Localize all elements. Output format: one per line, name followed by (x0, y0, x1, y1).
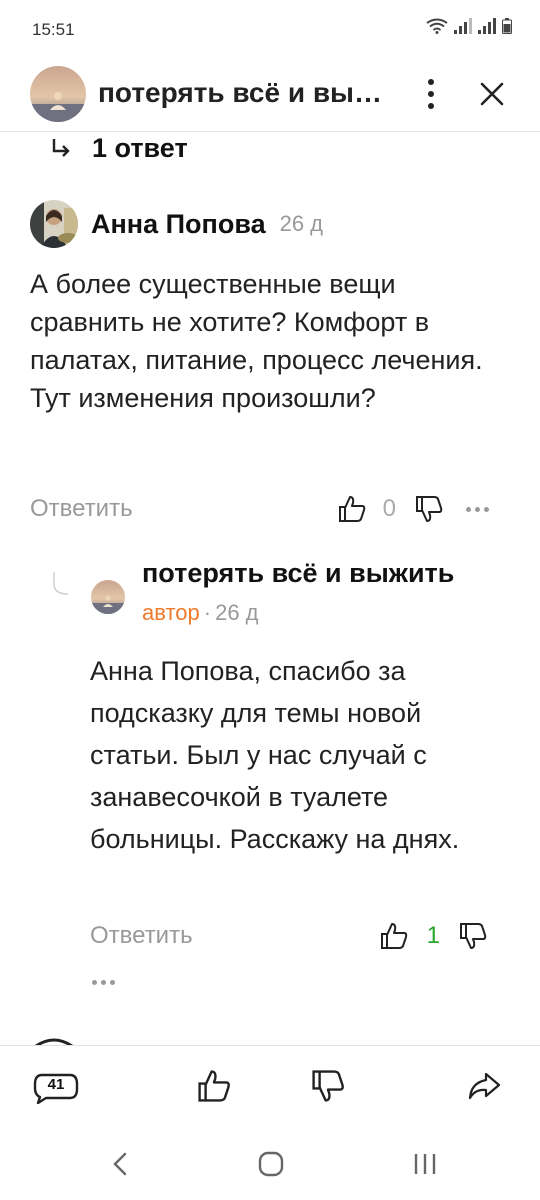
thumbs-up-icon[interactable] (337, 494, 367, 524)
status-time: 15:51 (32, 20, 75, 39)
status-icons (426, 18, 512, 34)
avatar[interactable] (30, 200, 78, 248)
author-badge: автор (142, 600, 200, 625)
close-icon[interactable] (474, 76, 510, 112)
thumbs-down-icon[interactable] (310, 1068, 346, 1104)
thumbs-down-icon[interactable] (458, 921, 488, 951)
system-nav-bar (0, 1125, 540, 1200)
comment-header: Анна Попова 26 д (30, 200, 323, 248)
comment-time: 26 д (279, 211, 324, 236)
channel-avatar-icon[interactable] (30, 66, 86, 122)
header: потерять всё и выжить (0, 56, 540, 132)
replies-link[interactable]: 1 ответ (50, 128, 188, 168)
share-icon[interactable] (466, 1068, 502, 1104)
comment-text: А более существенные вещи сравнить не хо… (30, 269, 483, 413)
reply-author[interactable]: потерять всё и выжить (142, 558, 454, 589)
replies-count-label: 1 ответ (92, 132, 188, 163)
wifi-icon (426, 18, 448, 34)
reply-meta: автор · 26 д (142, 600, 259, 626)
meta-separator: · (203, 600, 212, 625)
thumbs-up-icon[interactable] (196, 1068, 232, 1104)
status-bar: 15:51 (0, 0, 540, 56)
more-horizontal-icon[interactable] (92, 980, 115, 985)
thumbs-up-icon[interactable] (379, 921, 409, 951)
thumbs-down-icon[interactable] (414, 494, 444, 524)
reply-button[interactable]: Ответить (90, 922, 193, 950)
signal-icon (454, 18, 472, 34)
reply-button[interactable]: Ответить (30, 495, 133, 523)
avatar[interactable] (91, 580, 125, 614)
comment-actions: Ответить 0 (30, 494, 514, 524)
thread-line-icon (53, 572, 69, 595)
bottom-action-bar: 41 (0, 1045, 540, 1125)
likes-count: 1 (426, 922, 440, 949)
home-icon[interactable] (256, 1149, 286, 1179)
recents-icon[interactable] (410, 1149, 440, 1179)
likes-count: 0 (382, 495, 396, 522)
reply-arrow-icon (52, 139, 70, 157)
reply-time: 26 д (215, 600, 259, 625)
signal-icon (478, 18, 496, 34)
header-title: потерять всё и выжить (98, 77, 388, 108)
more-horizontal-icon[interactable] (465, 506, 489, 512)
back-icon[interactable] (106, 1149, 136, 1179)
comments-count[interactable]: 41 (32, 1076, 80, 1093)
reply-text: Анна Попова, спасибо за подсказку для те… (90, 656, 460, 854)
more-vertical-icon[interactable] (416, 72, 446, 116)
battery-icon (502, 18, 512, 34)
comment-author[interactable]: Анна Попова (91, 209, 266, 240)
reply-actions: Ответить 1 (90, 921, 510, 951)
